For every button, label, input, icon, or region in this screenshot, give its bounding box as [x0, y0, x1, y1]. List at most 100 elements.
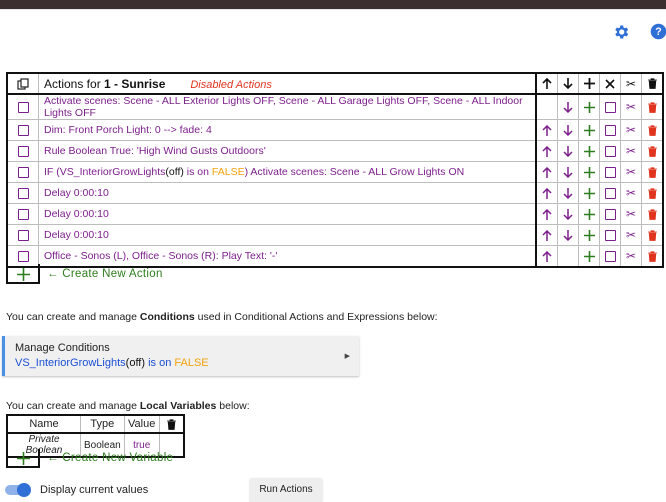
manage-conditions-panel[interactable]: Manage Conditions VS_InteriorGrowLights(… — [2, 336, 359, 376]
svg-text:?: ? — [655, 26, 661, 38]
action-row[interactable]: Activate scenes: Scene - ALL Exterior Li… — [6, 93, 664, 120]
variables-intro-pre: You can create and manage — [6, 400, 140, 412]
disable-checkbox[interactable] — [599, 93, 621, 120]
conditions-intro-bold: Conditions — [139, 311, 195, 323]
action-text[interactable]: Office - Sonos (L), Office - Sonos (R): … — [38, 245, 537, 268]
action-row[interactable]: IF (VS_InteriorGrowLights(off) is on FAL… — [6, 161, 664, 183]
arrow-down-icon[interactable] — [557, 72, 579, 95]
action-text[interactable]: Rule Boolean True: 'High Wind Gusts Outd… — [38, 140, 537, 162]
action-text[interactable]: Dim: Front Porch Light: 0 --> fade: 4 — [38, 119, 537, 141]
scissors-icon[interactable]: ✂ — [620, 245, 642, 268]
scissors-icon[interactable]: ✂ — [620, 203, 642, 225]
select-checkbox[interactable] — [6, 140, 39, 162]
disable-checkbox[interactable] — [599, 119, 621, 141]
create-new-action-link[interactable]: ← Create New Action — [47, 268, 163, 280]
action-text[interactable]: IF (VS_InteriorGrowLights(off) is on FAL… — [38, 161, 537, 183]
trash-icon[interactable] — [641, 224, 664, 246]
scissors-icon[interactable]: ✂ — [620, 224, 642, 246]
condition-name: IF (VS_InteriorGrowLights — [44, 166, 166, 178]
add-action-button[interactable] — [6, 264, 40, 284]
plus-icon[interactable] — [578, 93, 600, 120]
trash-icon[interactable] — [641, 72, 664, 95]
disable-checkbox[interactable] — [599, 224, 621, 246]
top-bar — [0, 0, 666, 9]
arrow-up-icon[interactable] — [535, 203, 558, 225]
action-row[interactable]: Delay 0:00:10 ✂ — [6, 224, 664, 246]
conditions-intro: You can create and manage Conditions use… — [6, 311, 438, 323]
action-text[interactable]: Delay 0:00:10 — [38, 224, 537, 246]
disable-checkbox[interactable] — [599, 140, 621, 162]
rule-name: 1 - Sunrise — [104, 76, 166, 91]
plus-icon[interactable] — [578, 72, 600, 95]
trash-icon[interactable] — [641, 140, 664, 162]
arrow-up-icon[interactable] — [535, 182, 558, 204]
scissors-icon[interactable]: ✂ — [620, 93, 642, 120]
action-row[interactable]: Delay 0:00:10 ✂ — [6, 203, 664, 225]
arrow-up-icon[interactable] — [535, 140, 558, 162]
add-variable-button[interactable] — [6, 449, 40, 468]
disable-checkbox[interactable] — [599, 245, 621, 268]
select-checkbox[interactable] — [6, 224, 39, 246]
conditions-intro-pre: You can create and manage — [6, 311, 140, 323]
run-actions-button[interactable]: Run Actions — [250, 478, 322, 502]
arrow-down-icon[interactable] — [557, 203, 579, 225]
disable-checkbox[interactable] — [599, 182, 621, 204]
action-text[interactable]: Activate scenes: Scene - ALL Exterior Li… — [38, 93, 537, 120]
action-row[interactable]: Delay 0:00:10 ✂ — [6, 182, 664, 204]
trash-icon[interactable] — [641, 182, 664, 204]
trash-icon[interactable] — [641, 119, 664, 141]
plus-icon[interactable] — [578, 203, 600, 225]
trash-icon[interactable] — [158, 414, 185, 434]
plus-icon[interactable] — [578, 224, 600, 246]
actions-title-prefix: Actions for — [44, 76, 105, 91]
move-up-cell — [535, 93, 558, 120]
select-checkbox[interactable] — [6, 161, 39, 183]
display-values-toggle[interactable] — [5, 483, 31, 497]
select-checkbox[interactable] — [6, 182, 39, 204]
scissors-icon[interactable]: ✂ — [620, 140, 642, 162]
gear-icon[interactable] — [612, 23, 630, 41]
action-text[interactable]: Delay 0:00:10 — [38, 203, 537, 225]
arrow-up-icon[interactable] — [535, 245, 558, 268]
plus-icon[interactable] — [578, 182, 600, 204]
plus-icon[interactable] — [578, 140, 600, 162]
condition-summary: VS_InteriorGrowLights(off) is on FALSE — [15, 357, 349, 369]
scissors-icon[interactable]: ✂ — [620, 182, 642, 204]
condition-value: FALSE — [211, 166, 245, 178]
plus-icon[interactable] — [578, 119, 600, 141]
close-icon[interactable] — [599, 72, 621, 95]
arrow-down-icon[interactable] — [557, 161, 579, 183]
arrow-down-icon[interactable] — [557, 93, 579, 120]
help-icon[interactable]: ? — [650, 23, 666, 40]
condition-op: is on — [183, 166, 212, 178]
scissors-icon[interactable]: ✂ — [620, 119, 642, 141]
trash-icon[interactable] — [641, 161, 664, 183]
arrow-up-icon[interactable] — [535, 224, 558, 246]
select-checkbox[interactable] — [6, 119, 39, 141]
action-row[interactable]: Office - Sonos (L), Office - Sonos (R): … — [6, 245, 664, 268]
arrow-up-icon[interactable] — [535, 72, 558, 95]
disable-checkbox[interactable] — [599, 203, 621, 225]
arrow-down-icon[interactable] — [557, 224, 579, 246]
action-text[interactable]: Delay 0:00:10 — [38, 182, 537, 204]
select-checkbox[interactable] — [6, 93, 39, 120]
trash-icon[interactable] — [641, 93, 664, 120]
create-new-variable-link[interactable]: ← Create New Variable — [47, 452, 173, 464]
arrow-up-icon[interactable] — [535, 119, 558, 141]
disabled-actions-link[interactable]: Disabled Actions — [190, 79, 272, 91]
arrow-down-icon[interactable] — [557, 182, 579, 204]
action-row[interactable]: Rule Boolean True: 'High Wind Gusts Outd… — [6, 140, 664, 162]
copy-icon[interactable] — [6, 72, 39, 95]
plus-icon[interactable] — [578, 161, 600, 183]
action-row[interactable]: Dim: Front Porch Light: 0 --> fade: 4 ✂ — [6, 119, 664, 141]
plus-icon[interactable] — [578, 245, 600, 268]
arrow-down-icon[interactable] — [557, 140, 579, 162]
arrow-down-icon[interactable] — [557, 119, 579, 141]
scissors-icon[interactable]: ✂ — [620, 161, 642, 183]
scissors-icon[interactable]: ✂ — [620, 72, 642, 95]
arrow-up-icon[interactable] — [535, 161, 558, 183]
trash-icon[interactable] — [641, 245, 664, 268]
select-checkbox[interactable] — [6, 203, 39, 225]
trash-icon[interactable] — [641, 203, 664, 225]
disable-checkbox[interactable] — [599, 161, 621, 183]
